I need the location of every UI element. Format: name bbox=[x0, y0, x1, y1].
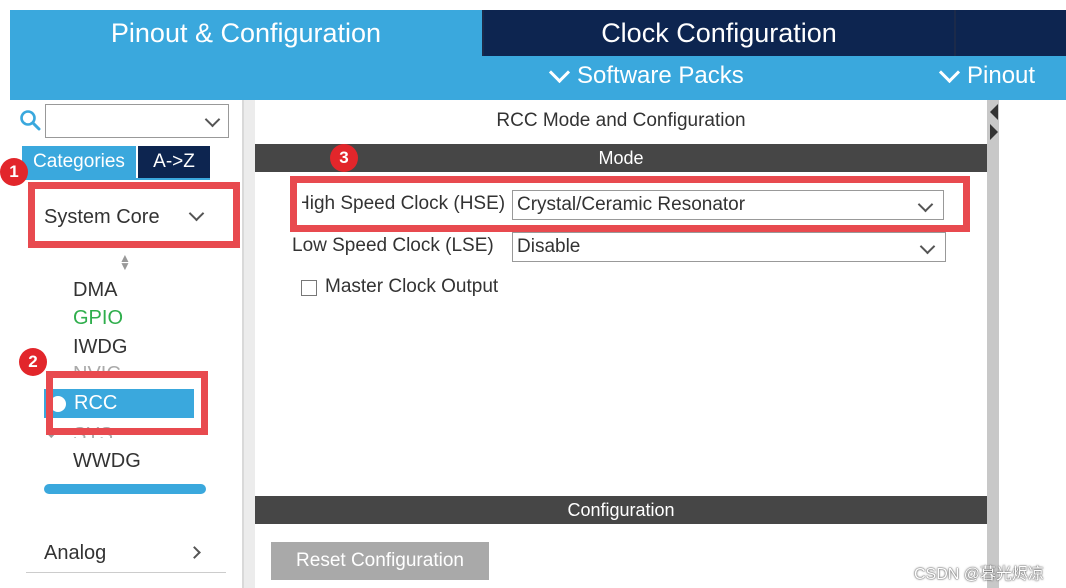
search-icon[interactable] bbox=[18, 108, 42, 132]
horizontal-scrollbar[interactable] bbox=[44, 484, 206, 494]
annotation-badge-3: 3 bbox=[330, 144, 358, 172]
annotation-box-3 bbox=[290, 176, 970, 232]
search-input[interactable] bbox=[45, 104, 229, 138]
tab-categories[interactable]: Categories bbox=[22, 146, 136, 178]
sort-icon[interactable]: ▲ ▼ bbox=[118, 252, 132, 272]
sidebar-item-dma[interactable]: DMA bbox=[73, 279, 117, 302]
collapse-left-icon[interactable] bbox=[990, 104, 998, 120]
mode-header: Mode bbox=[255, 144, 987, 172]
watermark: CSDN @暮光烬凉 bbox=[914, 566, 1045, 583]
master-clock-output-checkbox[interactable] bbox=[301, 280, 317, 296]
pinout-menu[interactable]: Pinout bbox=[938, 61, 1036, 90]
sidebar-item-wwdg[interactable]: WWDG bbox=[73, 450, 141, 473]
chevron-down-icon bbox=[919, 238, 936, 255]
tab-a-to-z[interactable]: A->Z bbox=[138, 146, 210, 178]
software-packs-menu[interactable]: Software Packs bbox=[548, 61, 744, 90]
divider bbox=[26, 572, 226, 573]
sidebar-item-iwdg[interactable]: IWDG bbox=[73, 336, 127, 359]
tab-pinout-configuration[interactable]: Pinout & Configuration bbox=[10, 10, 482, 56]
reset-configuration-button[interactable]: Reset Configuration bbox=[271, 542, 489, 580]
lse-value: Disable bbox=[517, 236, 581, 257]
annotation-box-2 bbox=[46, 371, 208, 435]
sidebar-item-gpio[interactable]: GPIO bbox=[73, 307, 123, 330]
master-clock-output-label: Master Clock Output bbox=[325, 276, 499, 297]
annotation-badge-2: 2 bbox=[19, 348, 47, 376]
sub-toolbar bbox=[10, 56, 1066, 100]
sidebar-category-analog[interactable]: Analog bbox=[44, 542, 106, 565]
splitter[interactable] bbox=[244, 100, 255, 588]
chevron-down-icon bbox=[938, 61, 961, 83]
lse-select[interactable]: Disable bbox=[512, 232, 946, 262]
tab-underline bbox=[22, 178, 210, 180]
chevron-down-icon bbox=[204, 111, 221, 128]
lse-label: Low Speed Clock (LSE) bbox=[292, 235, 494, 256]
configuration-header: Configuration bbox=[255, 496, 987, 524]
panel-title: RCC Mode and Configuration bbox=[496, 110, 746, 131]
software-packs-label: Software Packs bbox=[577, 62, 744, 89]
pinout-label: Pinout bbox=[967, 62, 1036, 89]
panel-scrollbar[interactable] bbox=[987, 100, 999, 588]
tab-extra[interactable] bbox=[956, 10, 1066, 56]
expand-right-icon[interactable] bbox=[990, 124, 998, 140]
tab-clock-configuration[interactable]: Clock Configuration bbox=[484, 10, 954, 56]
annotation-box-1 bbox=[28, 182, 240, 248]
annotation-badge-1: 1 bbox=[0, 158, 28, 186]
chevron-down-icon bbox=[548, 61, 571, 83]
